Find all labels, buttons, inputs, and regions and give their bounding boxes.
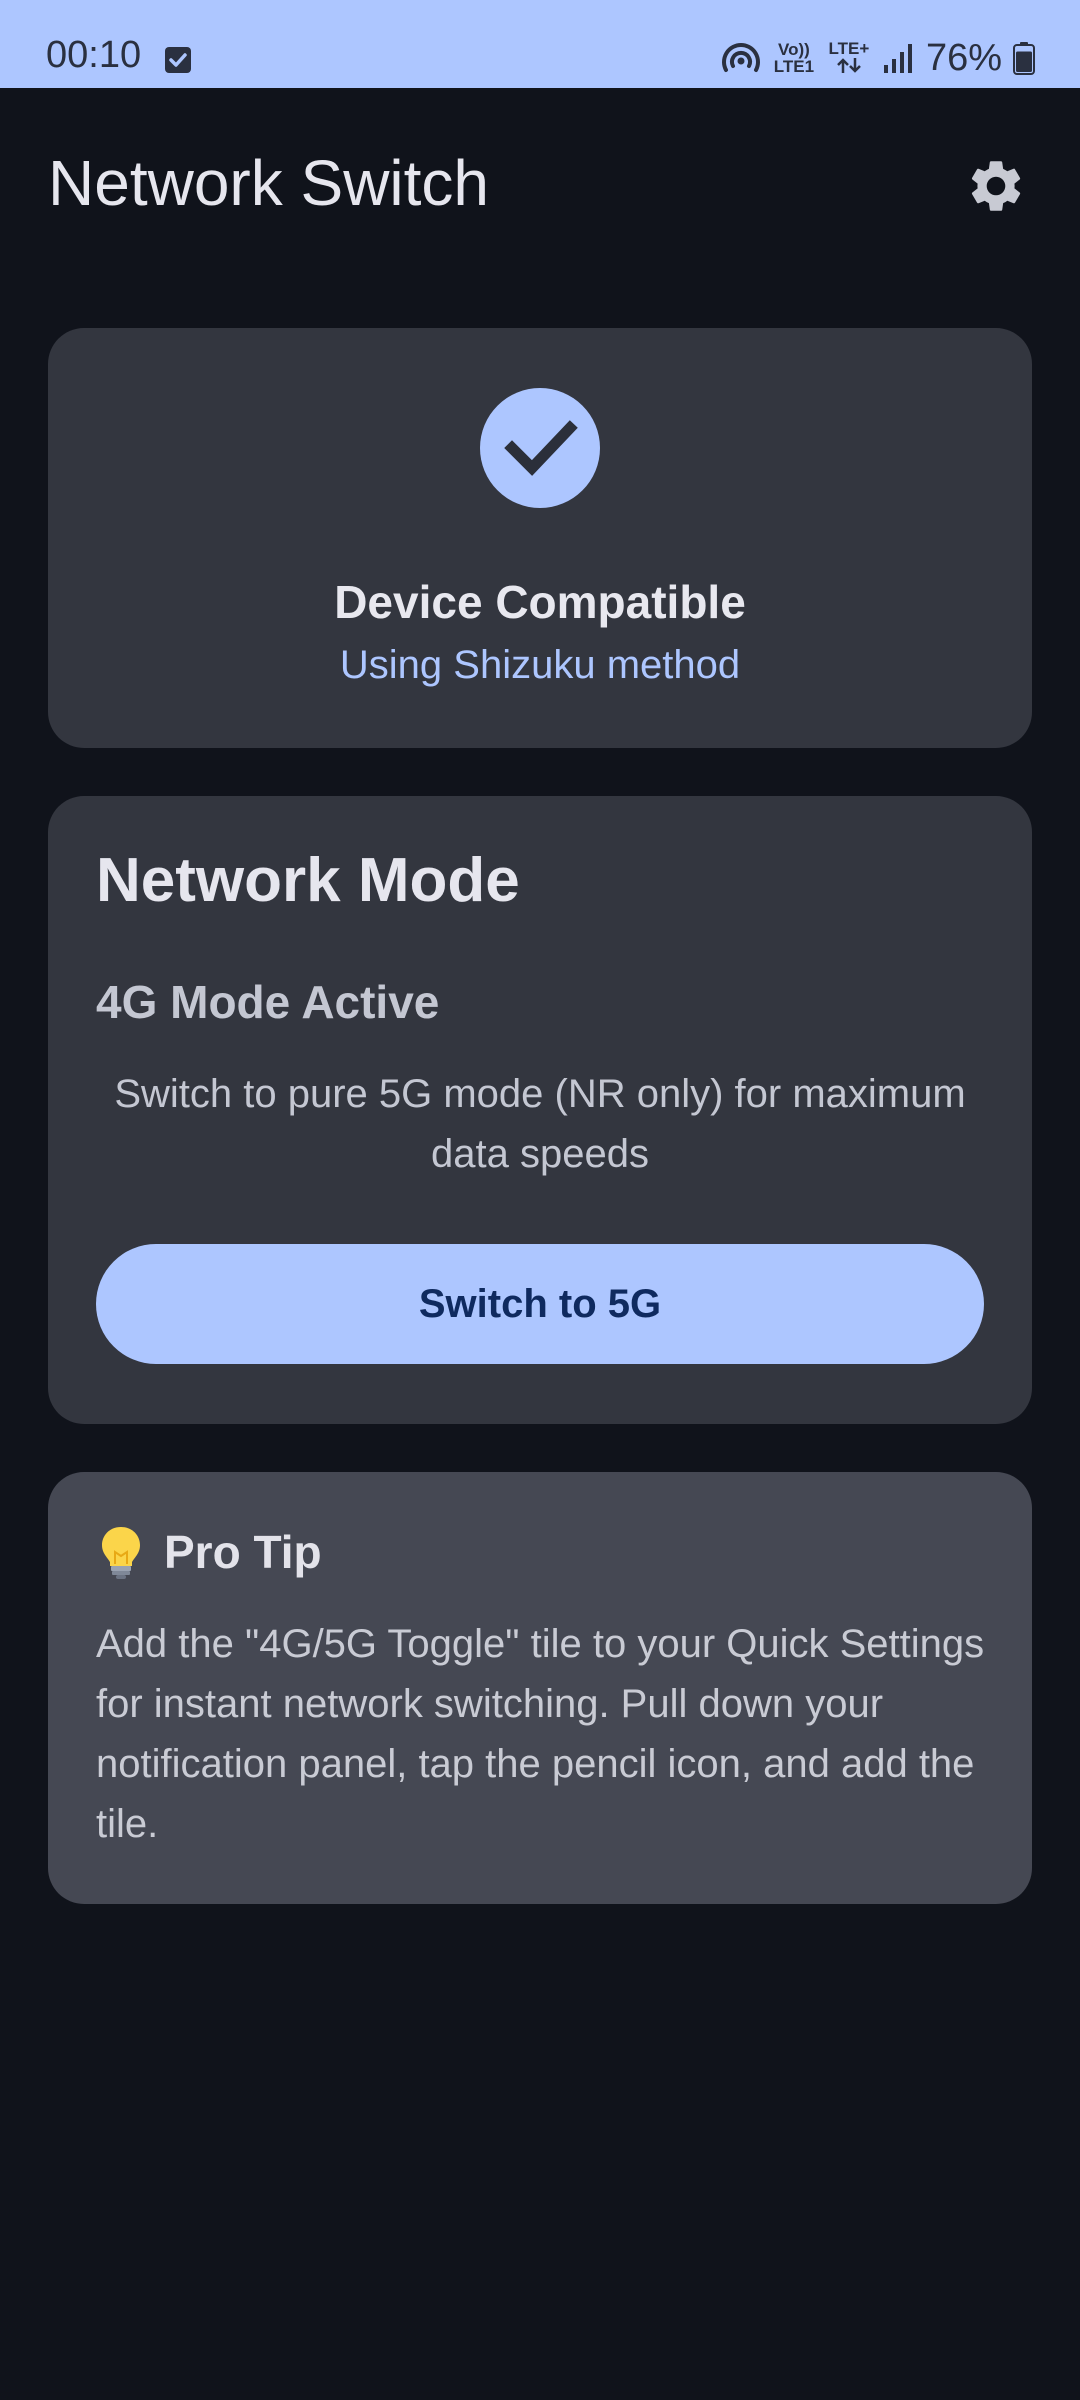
network-mode-title: Network Mode	[96, 846, 520, 915]
signal-strength-icon	[883, 44, 912, 73]
data-arrows-icon	[837, 57, 861, 73]
status-bar: 00:10 Vo)) LTE1 LTE+ 76%	[0, 0, 1080, 88]
lte-indicator: LTE+	[826, 40, 872, 77]
switch-to-5g-button[interactable]: Switch to 5G	[96, 1244, 984, 1364]
checkbox-notification-icon	[165, 47, 191, 73]
volte-indicator: Vo)) LTE1	[772, 41, 816, 75]
app-title: Network Switch	[48, 147, 489, 219]
compatible-badge	[480, 388, 600, 508]
battery-percent: 76%	[925, 37, 1002, 79]
volte-sim-label: LTE1	[773, 57, 815, 76]
battery-icon	[1013, 42, 1035, 75]
volte-label: Vo))	[778, 40, 810, 59]
status-time: 00:10	[46, 34, 142, 76]
network-mode-card: Network Mode 4G Mode Active Switch to pu…	[48, 796, 1032, 1424]
current-mode-status: 4G Mode Active	[96, 976, 440, 1028]
pro-tip-title: Pro Tip	[164, 1526, 322, 1578]
hotspot-icon	[722, 43, 760, 72]
compatibility-card: Device Compatible Using Shizuku method	[48, 328, 1032, 748]
lte-label: LTE+	[828, 38, 870, 58]
status-icons: Vo)) LTE1 LTE+ 76%	[720, 38, 1036, 78]
pro-tip-card: Pro Tip Add the "4G/5G Toggle" tile to y…	[48, 1472, 1032, 1904]
compatibility-title: Device Compatible	[334, 576, 746, 628]
pro-tip-body: Add the "4G/5G Toggle" tile to your Quic…	[96, 1622, 985, 1846]
check-icon	[504, 420, 578, 476]
lightbulb-icon	[102, 1527, 140, 1579]
pro-tip-header: Pro Tip	[96, 1524, 322, 1580]
gear-icon	[971, 161, 1021, 211]
settings-button[interactable]	[956, 146, 1036, 226]
network-mode-description: Switch to pure 5G mode (NR only) for max…	[114, 1072, 966, 1176]
compatibility-method: Using Shizuku method	[339, 643, 741, 687]
